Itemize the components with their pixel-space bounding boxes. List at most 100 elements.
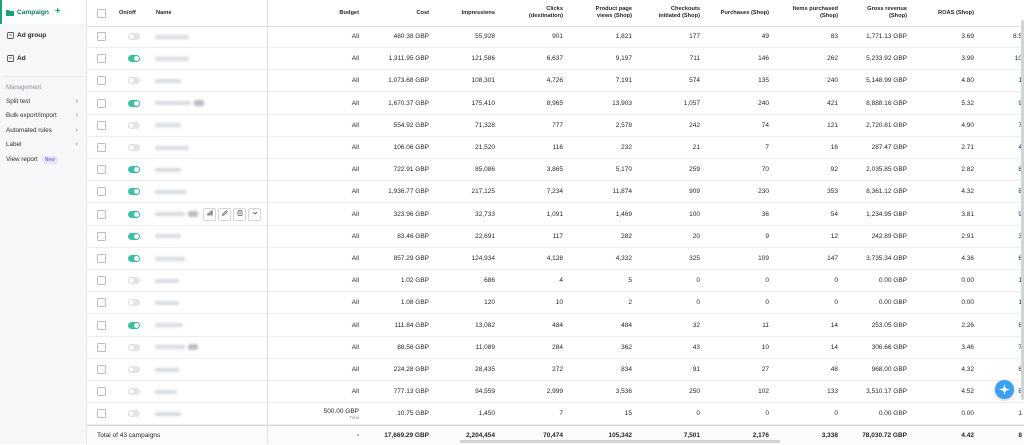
row-toggle-cell[interactable]	[128, 381, 140, 402]
header-purchases[interactable]: Purchases (Shop)	[714, 0, 769, 26]
row-toggle-cell[interactable]	[128, 204, 140, 225]
campaign-name-cell[interactable]	[155, 159, 181, 180]
campaign-row-frozen[interactable]	[87, 137, 267, 159]
row-toggle-cell[interactable]	[128, 226, 140, 247]
sidebar-level-ad-group[interactable]: Ad group	[0, 24, 86, 47]
campaign-row-frozen[interactable]	[87, 159, 267, 182]
row-checkbox[interactable]	[97, 276, 106, 286]
campaign-name-cell[interactable]	[155, 115, 181, 136]
campaign-row-frozen[interactable]	[87, 181, 267, 204]
campaign-row[interactable]: All 1,936.77 GBP 217,125 7,234 11,874 909 230 3…	[267, 181, 1024, 204]
campaign-row-frozen[interactable]	[87, 337, 267, 359]
status-toggle[interactable]	[128, 166, 140, 174]
row-checkbox-cell[interactable]	[97, 26, 106, 47]
campaign-name-cell[interactable]	[155, 70, 181, 91]
campaign-name-cell[interactable]	[155, 270, 179, 291]
sidebar-link-label[interactable]: Label ›	[0, 138, 86, 153]
row-toggle-cell[interactable]	[128, 93, 140, 114]
row-toggle-cell[interactable]	[128, 137, 140, 158]
status-toggle[interactable]	[128, 277, 140, 285]
row-checkbox-cell[interactable]	[97, 181, 106, 202]
campaign-name-redacted[interactable]	[155, 367, 179, 372]
campaign-name-redacted[interactable]	[155, 189, 187, 194]
campaign-row-frozen[interactable]	[87, 270, 267, 293]
campaign-row-frozen[interactable]	[87, 48, 267, 71]
row-checkbox[interactable]	[97, 365, 106, 374]
campaign-row-frozen[interactable]	[87, 70, 267, 93]
row-checkbox[interactable]	[97, 165, 106, 175]
row-toggle-cell[interactable]	[128, 48, 140, 69]
status-toggle[interactable]	[128, 343, 140, 351]
campaign-name-redacted[interactable]	[155, 278, 179, 283]
header-impressions[interactable]: Impressions	[440, 0, 495, 26]
campaign-name-redacted[interactable]	[155, 300, 179, 305]
campaign-row-frozen[interactable]	[87, 226, 267, 248]
status-toggle[interactable]	[128, 232, 140, 240]
row-checkbox-cell[interactable]	[97, 248, 106, 269]
row-checkbox-cell[interactable]	[97, 292, 106, 313]
edit-button[interactable]	[218, 207, 231, 221]
campaign-row-frozen[interactable]	[87, 26, 267, 48]
sidebar-link-view-report[interactable]: View report New	[0, 152, 86, 167]
row-toggle-cell[interactable]	[128, 315, 140, 336]
campaign-name-redacted[interactable]	[155, 234, 181, 239]
status-toggle[interactable]	[128, 144, 140, 151]
campaign-name-cell[interactable]	[155, 337, 198, 358]
campaign-row[interactable]: All 83.46 GBP 22,691 117 282 20 9 12 242.89 GBP 2…	[267, 226, 1024, 248]
campaign-row-frozen[interactable]	[87, 248, 267, 270]
sidebar-link-split-test[interactable]: Split test ›	[0, 94, 86, 109]
row-checkbox-cell[interactable]	[97, 315, 106, 336]
row-toggle-cell[interactable]	[128, 403, 140, 424]
status-toggle[interactable]	[128, 99, 140, 107]
campaign-name-cell[interactable]	[155, 403, 181, 424]
campaign-name-redacted[interactable]	[155, 256, 185, 261]
header-checkouts[interactable]: Checkouts initiated (Shop)	[650, 0, 700, 26]
campaign-row[interactable]: All 857.29 GBP 124,934 4,128 4,332 325 109 147 3…	[267, 248, 1024, 270]
row-checkbox-cell[interactable]	[97, 226, 106, 247]
campaign-name-redacted[interactable]	[155, 212, 185, 217]
row-checkbox[interactable]	[97, 54, 106, 64]
campaign-row-frozen[interactable]	[87, 403, 267, 426]
row-checkbox[interactable]	[97, 298, 106, 308]
campaign-name-cell[interactable]	[155, 204, 198, 225]
status-toggle[interactable]	[128, 299, 140, 307]
campaign-row[interactable]: All1.02 GBP686450000.00 GBP0.001	[267, 270, 1024, 293]
campaign-row[interactable]: All 323.96 GBP 32,733 1,091 1,469 100 36 54 1,23…	[267, 204, 1024, 226]
campaign-row-frozen[interactable]	[87, 381, 267, 404]
status-toggle[interactable]	[128, 55, 140, 63]
row-checkbox-cell[interactable]	[97, 381, 106, 402]
status-toggle[interactable]	[128, 33, 140, 40]
row-checkbox[interactable]	[97, 209, 106, 219]
header-revenue[interactable]: Gross revenue (Shop)	[852, 0, 907, 26]
row-toggle-cell[interactable]	[128, 292, 140, 313]
campaign-row[interactable]: All1.08 GBP1201020000.00 GBP0.001	[267, 292, 1024, 315]
campaign-name-redacted[interactable]	[155, 323, 183, 328]
row-toggle-cell[interactable]	[128, 159, 140, 180]
row-toggle-cell[interactable]	[128, 359, 140, 380]
row-checkbox-cell[interactable]	[97, 159, 106, 180]
header-name[interactable]: Name	[156, 0, 172, 26]
row-checkbox-cell[interactable]	[97, 337, 106, 358]
campaign-name-redacted[interactable]	[155, 389, 177, 394]
plus-icon[interactable]: +	[55, 7, 61, 17]
select-all-cell[interactable]	[97, 0, 106, 26]
row-checkbox-cell[interactable]	[97, 403, 106, 424]
row-checkbox[interactable]	[97, 120, 106, 130]
row-checkbox[interactable]	[97, 387, 106, 397]
campaign-row[interactable]: All 480.38 GBP 55,928 901 1,821 177 49 83 1,771.…	[267, 26, 1024, 48]
campaign-row[interactable]: All 88.56 GBP 11,089 284 362 43 10 14 306.66 GBP…	[267, 337, 1024, 359]
campaign-name-cell[interactable]	[155, 93, 204, 114]
status-toggle[interactable]	[128, 388, 140, 396]
campaign-row[interactable]: 500.00 GBP Total 10.75 GBP 1,450 7 15 0 0 0 0.00 …	[267, 403, 1024, 426]
row-checkbox-cell[interactable]	[97, 93, 106, 114]
row-checkbox[interactable]	[97, 320, 106, 330]
campaign-name-cell[interactable]	[155, 248, 185, 269]
campaign-row[interactable]: All 554.92 GBP 71,328 777 2,578 242 74 121 2,720…	[267, 115, 1024, 137]
row-checkbox[interactable]	[97, 187, 106, 197]
row-checkbox-cell[interactable]	[97, 359, 106, 380]
row-checkbox[interactable]	[97, 254, 106, 263]
campaign-name-redacted[interactable]	[155, 34, 189, 39]
campaign-row-frozen[interactable]	[87, 204, 267, 226]
sidebar-level-ad[interactable]: Ad	[0, 47, 86, 70]
campaign-name-redacted[interactable]	[155, 56, 189, 61]
